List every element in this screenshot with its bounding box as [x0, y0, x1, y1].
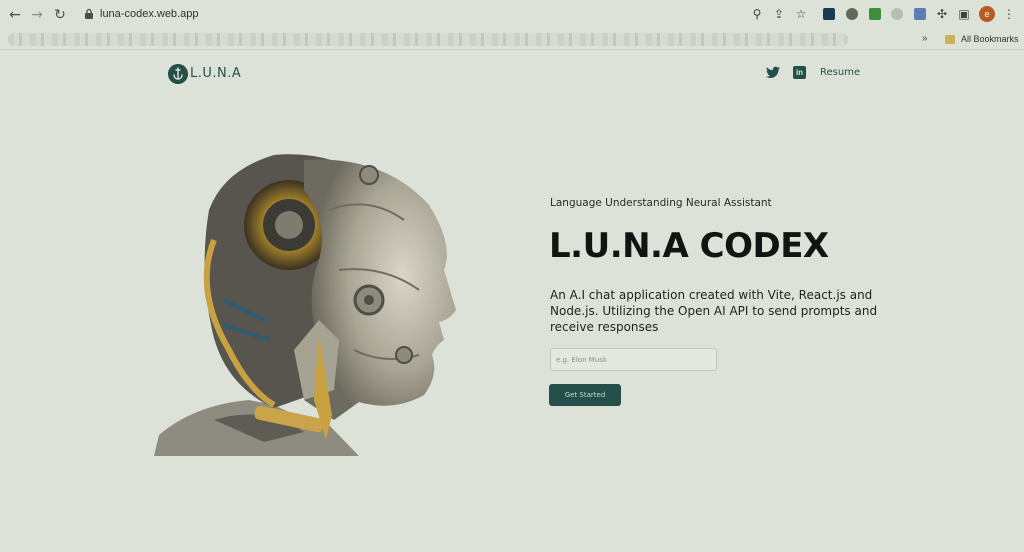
- extension-2-icon[interactable]: [846, 8, 858, 20]
- reload-icon[interactable]: ↻: [51, 6, 69, 24]
- extension-4-icon[interactable]: [891, 8, 903, 20]
- side-panel-icon[interactable]: ▣: [957, 7, 971, 21]
- zoom-icon[interactable]: ⚲: [750, 7, 764, 21]
- kebab-menu-icon[interactable]: ⋮: [1002, 7, 1016, 21]
- page-content: L.U.N.A in Resume Language Understanding…: [0, 51, 1024, 552]
- forward-arrow-icon[interactable]: →: [28, 6, 46, 24]
- back-arrow-icon[interactable]: ←: [6, 6, 24, 24]
- extensions-puzzle-icon[interactable]: ✣: [935, 7, 949, 21]
- resume-link[interactable]: Resume: [820, 67, 860, 78]
- bookmarks-bar: » All Bookmarks: [0, 30, 1024, 50]
- logo-icon[interactable]: [168, 64, 188, 84]
- lock-icon: [85, 8, 93, 19]
- get-started-button[interactable]: Get Started: [549, 384, 621, 406]
- name-input[interactable]: [550, 348, 717, 371]
- folder-icon: [945, 35, 955, 44]
- extension-3-icon[interactable]: [869, 8, 881, 20]
- share-icon[interactable]: ⇪: [772, 7, 786, 21]
- twitter-icon[interactable]: [766, 66, 780, 79]
- extension-1-icon[interactable]: [823, 8, 835, 20]
- address-bar[interactable]: luna-codex.web.app: [100, 8, 198, 20]
- logo-text[interactable]: L.U.N.A: [190, 66, 241, 81]
- profile-avatar[interactable]: e: [979, 6, 995, 22]
- extension-5-icon[interactable]: [914, 8, 926, 20]
- bookmarks-list[interactable]: [8, 33, 848, 46]
- star-icon[interactable]: ☆: [794, 7, 808, 21]
- bookmarks-overflow[interactable]: »: [922, 33, 928, 44]
- hero-description: An A.I chat application created with Vit…: [550, 288, 878, 334]
- linkedin-icon[interactable]: in: [793, 66, 806, 79]
- robot-head-image: [154, 154, 456, 456]
- browser-toolbar: ← → ↻ luna-codex.web.app ⚲ ⇪ ☆ ✣ ▣ e ⋮: [0, 0, 1024, 30]
- tagline: Language Understanding Neural Assistant: [550, 197, 772, 209]
- all-bookmarks-button[interactable]: All Bookmarks: [961, 34, 1019, 44]
- hero-title: L.U.N.A CODEX: [549, 226, 829, 266]
